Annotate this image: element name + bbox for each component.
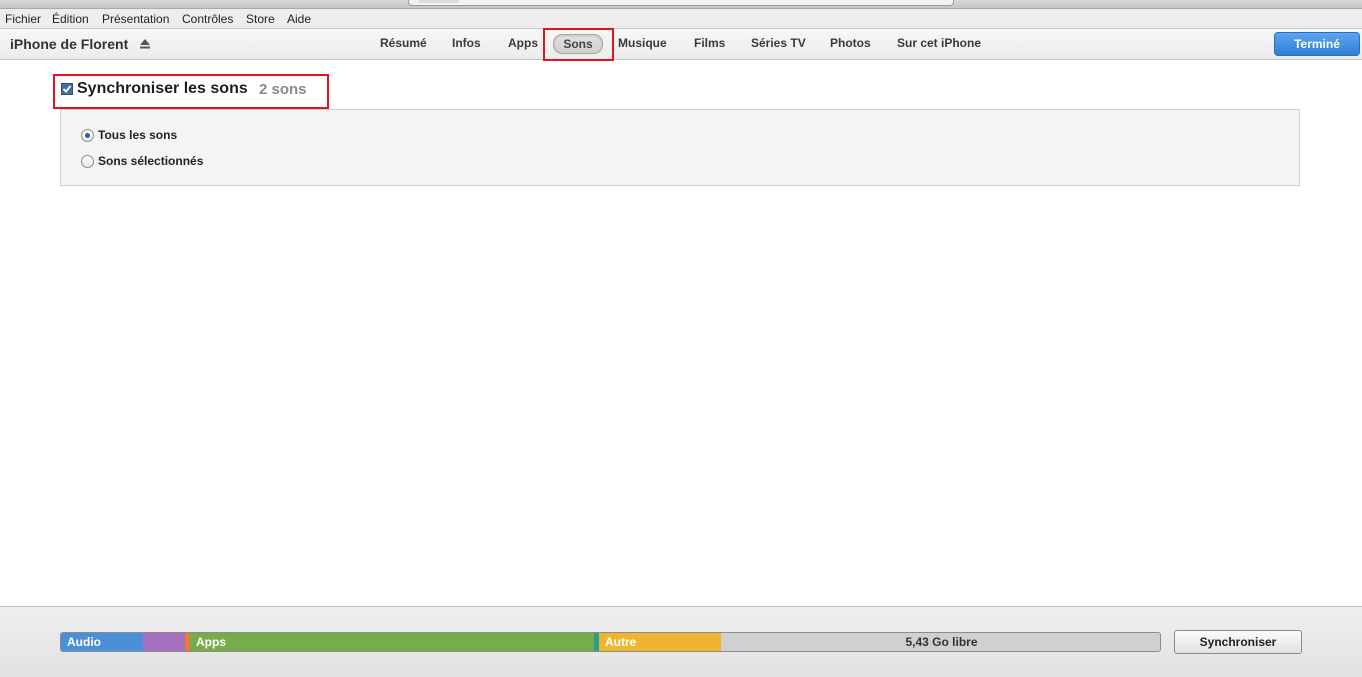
capacity-label-other: Autre (605, 635, 637, 649)
window-title-bar (0, 0, 1362, 9)
checkmark-icon (62, 85, 72, 93)
capacity-segment-free: 5,43 Go libre (721, 633, 1160, 651)
sync-options-panel: Tous les sons Sons sélectionnés (60, 109, 1300, 186)
capacity-label-audio: Audio (67, 635, 101, 649)
menu-file[interactable]: Fichier (5, 12, 41, 26)
highlight-tones-tab (543, 28, 614, 61)
done-button[interactable]: Terminé (1274, 32, 1360, 56)
menu-view[interactable]: Présentation (102, 12, 169, 26)
tab-music[interactable]: Musique (618, 36, 667, 50)
tab-on-this-iphone[interactable]: Sur cet iPhone (897, 36, 981, 50)
sync-tones-title: Synchroniser les sons (77, 80, 248, 97)
status-display (408, 0, 954, 6)
capacity-label-free: 5,43 Go libre (905, 635, 978, 649)
radio-all-tones[interactable] (81, 129, 94, 142)
option-selected-tones-label: Sons sélectionnés (98, 154, 204, 168)
tab-tv-shows[interactable]: Séries TV (751, 36, 806, 50)
eject-icon[interactable] (139, 38, 151, 50)
device-name[interactable]: iPhone de Florent (10, 36, 128, 52)
menu-store[interactable]: Store (246, 12, 275, 26)
menu-edit[interactable]: Édition (52, 12, 89, 26)
status-display-inner (419, 0, 459, 3)
sync-button[interactable]: Synchroniser (1174, 630, 1302, 654)
menu-bar: Fichier Édition Présentation Contrôles S… (0, 9, 1362, 29)
radio-selected-tones[interactable] (81, 155, 94, 168)
capacity-bar[interactable]: Audio Apps Autre 5,43 Go libre (60, 632, 1161, 652)
capacity-segment-audio: Audio (61, 633, 143, 651)
capacity-segment-photos (143, 633, 185, 651)
device-toolbar: iPhone de Florent Résumé Infos Apps Sons… (0, 29, 1362, 60)
tab-apps[interactable]: Apps (508, 36, 538, 50)
tab-movies[interactable]: Films (694, 36, 725, 50)
tab-photos[interactable]: Photos (830, 36, 871, 50)
capacity-segment-other: Autre (599, 633, 721, 651)
capacity-label-apps: Apps (196, 635, 226, 649)
tab-info[interactable]: Infos (452, 36, 481, 50)
bottom-bar: Audio Apps Autre 5,43 Go libre Synchroni… (0, 606, 1362, 677)
option-all-tones-label: Tous les sons (98, 128, 178, 142)
menu-controls[interactable]: Contrôles (182, 12, 233, 26)
tab-summary[interactable]: Résumé (380, 36, 427, 50)
menu-help[interactable]: Aide (287, 12, 311, 26)
sync-tones-checkbox[interactable] (61, 83, 73, 95)
capacity-segment-apps: Apps (190, 633, 594, 651)
sync-tones-count: 2 sons (259, 81, 307, 98)
